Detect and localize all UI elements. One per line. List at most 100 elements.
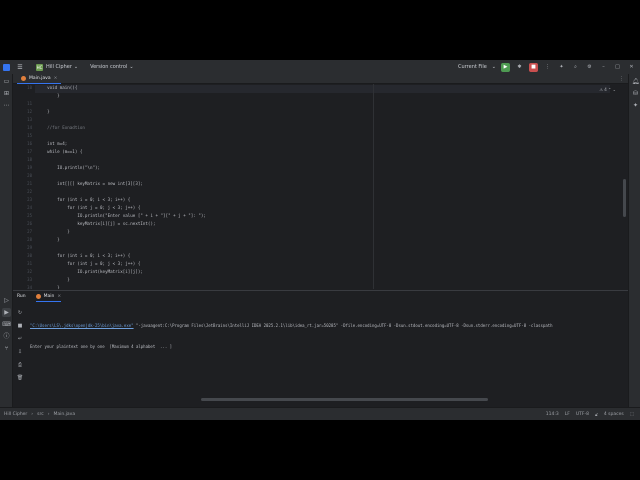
line-number [13,92,35,100]
code-line[interactable]: keyMatrix[i][j] = sc.nextInt(); [37,220,597,228]
run-tool-icon[interactable]: ▷ [2,296,11,305]
status-bar: Hill Cipher › src › Main.java 114:3 LF U… [0,407,640,420]
code-line[interactable]: for (int j = 0; j < 3; j++) { [37,260,597,268]
inspection-warnings[interactable]: ⚠ 4 ⌃ ⌄ [599,87,616,92]
close-tab-icon[interactable]: × [54,74,58,84]
code-line[interactable]: } [37,276,597,284]
code-line[interactable]: } [37,92,597,100]
ai-chat-icon[interactable]: ✦ [631,101,640,110]
file-encoding[interactable]: UTF-8 [576,412,589,417]
run-config-selector[interactable]: Current File [458,64,487,70]
code-line[interactable]: for (int i = 0; i < 3; i++) { [37,252,597,260]
search-icon[interactable]: ⌕ [571,63,580,72]
line-number: 28 [27,237,32,242]
right-tool-strip: 🔔︎ ⛁ ✦ [628,74,640,407]
cursor-position[interactable]: 114:3 [546,412,559,417]
line-number: 12 [27,109,32,114]
code-line[interactable]: IO.println("Enter value [" + i + "][" + … [37,212,597,220]
clear-console-icon[interactable]: 🗑︎ [16,374,24,382]
code-line[interactable]: for (int i = 0; i < 3; i++) { [37,196,597,204]
line-number: 14 [27,125,32,130]
code-line[interactable] [37,116,597,124]
rerun-icon[interactable]: ↻ [16,309,24,317]
scroll-to-end-icon[interactable]: ⇩ [16,348,24,356]
readonly-toggle-icon[interactable]: ⬚ [630,412,634,417]
code-line[interactable] [37,132,597,140]
code-line[interactable]: while (m==1) { [37,148,597,156]
stop-run-icon[interactable]: ■ [16,322,24,330]
problems-icon[interactable]: ⓘ [2,332,11,341]
project-badge: HC [36,63,43,71]
settings-gear-icon[interactable]: ⚙ [585,63,594,72]
lock-icon[interactable]: 🔓︎ [595,412,598,418]
code-area[interactable]: void main(){ } } //for Exnadtion int m=4… [37,84,597,289]
more-actions-icon[interactable]: ⋮ [543,63,552,72]
code-line[interactable]: } [37,236,597,244]
code-line[interactable]: IO.print(keyMatrix[i][j]); [37,268,597,276]
print-icon[interactable]: ⎙ [16,361,24,369]
code-line[interactable]: int m=4; [37,140,597,148]
run-panel-title: Run [17,294,26,299]
close-run-tab-icon[interactable]: × [57,294,61,299]
chevron-right-icon: › [31,411,34,417]
ai-assistant-icon[interactable]: ✦ [557,63,566,72]
more-tabs-icon[interactable]: ⋮ [619,74,624,84]
console-horizontal-scrollbar[interactable] [201,398,488,401]
run-icon[interactable]: ▶ [501,62,510,72]
console-output[interactable]: "C:\Users\LS\.jdks\openjdk-25\bin\java.e… [30,308,620,364]
breadcrumb-project[interactable]: Hill Cipher [4,412,27,417]
git-icon[interactable]: ⑂ [2,344,11,353]
line-number: 22 [27,189,32,194]
breadcrumb-src[interactable]: src [37,412,44,417]
line-number: 33 [27,277,32,282]
code-editor[interactable]: 10 11 12 13 14 15 16 17 18 19 20 21 22 23 24 25 26 27 28 29… [13,84,628,289]
close-icon[interactable]: ✕ [627,63,636,72]
code-line[interactable] [37,172,597,180]
code-line[interactable] [37,244,597,252]
database-icon[interactable]: ⛁ [631,89,640,98]
java-exe-path-link[interactable]: "C:\Users\LS\.jdks\openjdk-25\bin\java.e… [30,323,134,328]
line-number: 32 [27,269,32,274]
more-tools-icon[interactable]: ⋯ [2,101,11,110]
code-line[interactable]: void main(){ [37,84,597,92]
debug-icon[interactable]: ✱ [515,63,524,72]
letterbox-bottom [0,420,640,480]
tab-main-java[interactable]: Main.java × [17,74,62,84]
console-prompt-line: Enter your plaintext one by one [Maximum… [30,344,173,349]
chevron-down-icon: ⌄ [73,64,79,70]
editor-vertical-scrollbar[interactable] [623,179,626,217]
breadcrumb: Hill Cipher › src › Main.java [4,412,75,417]
right-margin-guide [373,84,374,289]
line-number: 24 [27,205,32,210]
stop-icon[interactable]: ■ [529,62,538,72]
run-active-icon[interactable]: ▶ [2,308,11,317]
run-toolbar: ↻ ■ ↵ ⇩ ⎙ 🗑︎ [13,303,26,408]
code-line[interactable]: int[][] keyMatrix = new int[3][3]; [37,180,597,188]
maximize-icon[interactable]: □ [613,63,622,72]
code-line[interactable] [37,156,597,164]
minimize-icon[interactable]: – [599,63,608,72]
project-selector[interactable]: Hill Cipher [46,64,72,70]
code-line[interactable]: for (int j = 0; j < 3; j++) { [37,204,597,212]
project-folder-icon[interactable]: ▭ [2,77,11,86]
breadcrumb-file[interactable]: Main.java [54,412,76,417]
soft-wrap-icon[interactable]: ↵ [16,335,24,343]
version-control-menu[interactable]: Version control [90,64,127,70]
terminal-icon[interactable]: ⌨ [2,320,11,329]
ide-logo-icon [3,63,10,71]
java-file-icon [21,76,26,81]
indent-setting[interactable]: 4 spaces [604,412,624,417]
hamburger-menu-icon[interactable]: ☰ [16,64,24,71]
structure-icon[interactable]: ⊞ [2,89,11,98]
line-separator[interactable]: LF [565,412,570,417]
code-line[interactable]: } [37,284,597,289]
code-line[interactable]: } [37,228,597,236]
code-line[interactable]: IO.println("\n"); [37,164,597,172]
notifications-icon[interactable]: 🔔︎ [631,77,640,86]
code-line[interactable] [37,188,597,196]
code-line[interactable]: } [37,108,597,116]
run-tab-main[interactable]: Main × [35,291,62,302]
code-line[interactable]: //for Exnadtion [37,124,597,132]
editor-tab-bar: Main.java × ⋮ [13,74,628,84]
code-line[interactable] [37,100,597,108]
